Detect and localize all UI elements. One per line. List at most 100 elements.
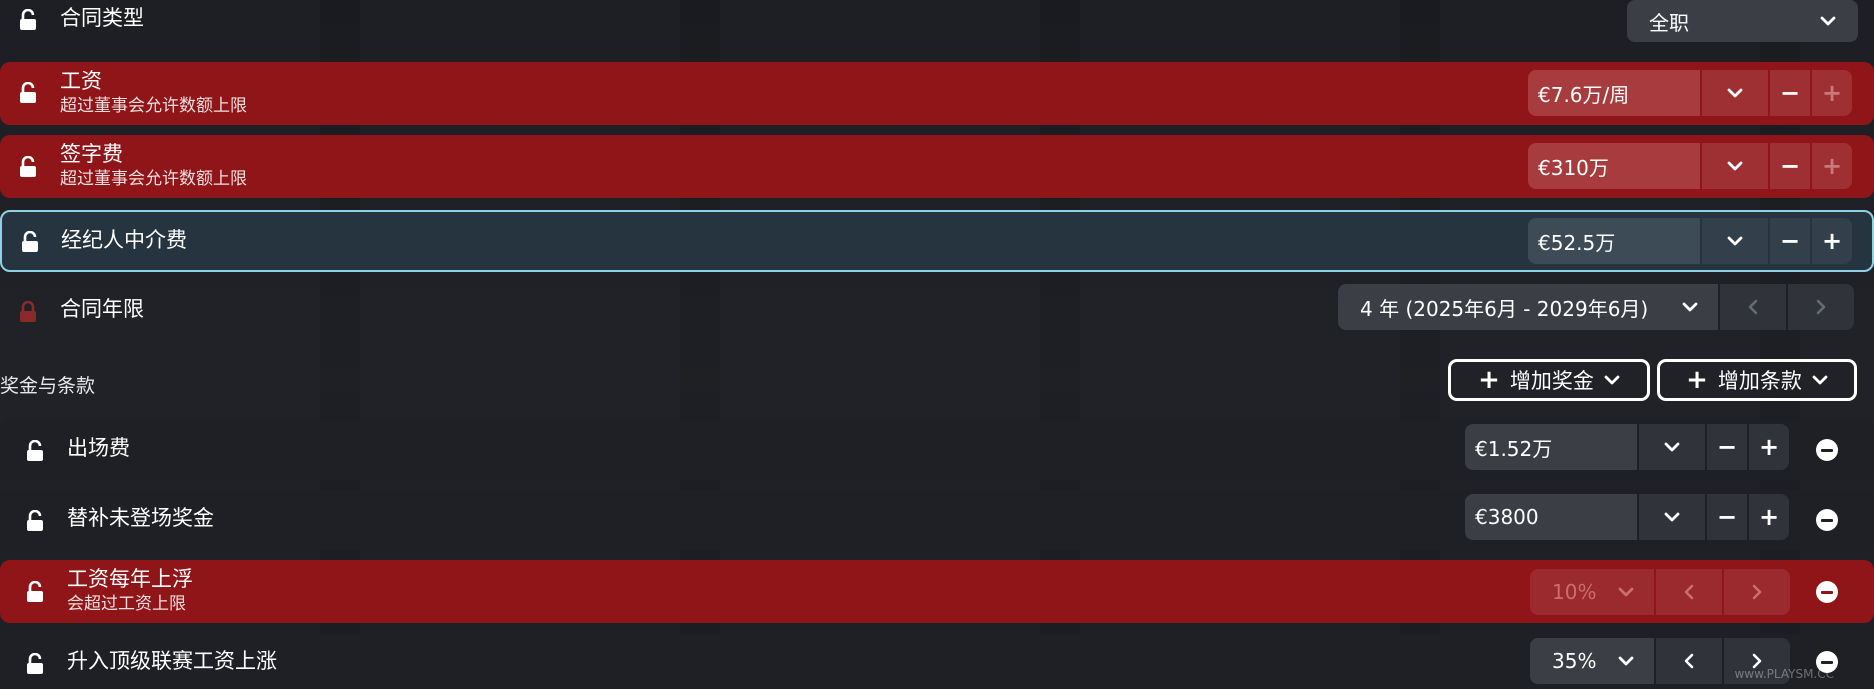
chevron-down-icon <box>1618 587 1634 597</box>
bonus-label: 出场费 <box>67 436 130 460</box>
contract-length-dropdown[interactable]: 4 年 (2025年6月 - 2029年6月) <box>1338 284 1718 330</box>
contract-length-control: 4 年 (2025年6月 - 2029年6月) <box>1338 284 1854 330</box>
minus-icon: − <box>1779 79 1801 107</box>
agent-fee-value[interactable]: €52.5万 <box>1528 218 1700 264</box>
agent-fee-label: 经纪人中介费 <box>61 228 187 252</box>
watermark: www.PLAYSM.CC <box>1734 667 1834 681</box>
yearly-rise-next-button[interactable] <box>1722 569 1790 615</box>
chevron-down-icon <box>1727 88 1743 98</box>
lock-open-icon[interactable] <box>19 156 37 178</box>
plus-icon: + <box>1686 365 1708 395</box>
bonus-row: 出场费 €1.52万 − + <box>0 420 1874 480</box>
lock-open-icon[interactable] <box>26 510 44 532</box>
agent-fee-increase-button[interactable]: + <box>1810 218 1852 264</box>
bonus-row: 替补未登场奖金 €3800 − + <box>0 490 1874 550</box>
lock-open-icon[interactable] <box>26 653 44 675</box>
chevron-down-icon <box>1664 442 1680 452</box>
promotion-rise-row: 升入顶级联赛工资上涨 35% <box>0 634 1874 689</box>
promotion-rise-label: 升入顶级联赛工资上涨 <box>67 649 277 673</box>
agent-fee-decrease-button[interactable]: − <box>1768 218 1810 264</box>
promotion-rise-value: 35% <box>1552 649 1597 673</box>
contract-length-value: 4 年 (2025年6月 - 2029年6月) <box>1360 296 1649 321</box>
minus-icon: − <box>1716 503 1738 531</box>
wage-warning: 超过董事会允许数额上限 <box>60 96 247 116</box>
wage-dropdown-button[interactable] <box>1700 70 1768 116</box>
contract-length-label: 合同年限 <box>60 297 144 321</box>
bonus-increase-button[interactable]: + <box>1747 424 1789 470</box>
bonuses-section-title: 奖金与条款 <box>0 375 96 397</box>
bonus-value[interactable]: €1.52万 <box>1465 424 1637 470</box>
signing-fee-dropdown-button[interactable] <box>1700 143 1768 189</box>
signing-fee-row: 签字费 超过董事会允许数额上限 €310万 − + <box>0 135 1874 198</box>
yearly-rise-warning: 会超过工资上限 <box>67 594 186 614</box>
chevron-left-icon <box>1748 299 1758 315</box>
bonus-increase-button[interactable]: + <box>1747 494 1789 540</box>
contract-length-row: 合同年限 4 年 (2025年6月 - 2029年6月) <box>0 284 1874 338</box>
minus-icon: − <box>1779 227 1801 255</box>
bonus-control: €3800 − + <box>1465 494 1789 540</box>
lock-open-icon[interactable] <box>26 581 44 603</box>
add-clause-button[interactable]: + 增加条款 <box>1657 359 1857 401</box>
wage-increase-button[interactable]: + <box>1810 70 1852 116</box>
plus-icon: + <box>1821 152 1843 180</box>
plus-icon: + <box>1821 79 1843 107</box>
chevron-down-icon <box>1820 16 1836 26</box>
remove-circle-icon[interactable] <box>1816 581 1838 603</box>
add-clause-label: 增加条款 <box>1717 369 1802 393</box>
plus-icon: + <box>1758 433 1780 461</box>
agent-fee-control: €52.5万 − + <box>1528 218 1852 264</box>
signing-fee-warning: 超过董事会允许数额上限 <box>60 169 247 189</box>
wage-row: 工资 超过董事会允许数额上限 €7.6万/周 − + <box>0 62 1874 125</box>
contract-length-next-button[interactable] <box>1786 284 1854 330</box>
yearly-rise-dropdown[interactable]: 10% <box>1530 569 1654 615</box>
bonus-value[interactable]: €3800 <box>1465 494 1637 540</box>
chevron-down-icon <box>1618 656 1634 666</box>
contract-type-row: 合同类型 全职 <box>0 0 1874 42</box>
plus-icon: + <box>1821 227 1843 255</box>
chevron-right-icon <box>1752 584 1762 600</box>
bonus-dropdown-button[interactable] <box>1637 424 1705 470</box>
chevron-down-icon <box>1727 236 1743 246</box>
minus-icon: − <box>1779 152 1801 180</box>
yearly-rise-control: 10% <box>1530 569 1790 615</box>
chevron-down-icon <box>1604 375 1620 385</box>
bonus-control: €1.52万 − + <box>1465 424 1789 470</box>
yearly-rise-prev-button[interactable] <box>1654 569 1722 615</box>
chevron-left-icon <box>1684 653 1694 669</box>
signing-fee-value[interactable]: €310万 <box>1528 143 1700 189</box>
yearly-rise-label: 工资每年上浮 <box>67 567 193 591</box>
lock-open-icon[interactable] <box>26 440 44 462</box>
lock-open-icon[interactable] <box>21 231 39 253</box>
contract-type-select[interactable]: 全职 <box>1627 0 1858 42</box>
signing-fee-increase-button[interactable]: + <box>1810 143 1852 189</box>
lock-closed-icon[interactable] <box>19 301 37 323</box>
add-bonus-button[interactable]: + 增加奖金 <box>1448 359 1650 401</box>
bonus-dropdown-button[interactable] <box>1637 494 1705 540</box>
plus-icon: + <box>1758 503 1780 531</box>
chevron-down-icon <box>1664 512 1680 522</box>
wage-value[interactable]: €7.6万/周 <box>1528 70 1700 116</box>
agent-fee-dropdown-button[interactable] <box>1700 218 1768 264</box>
add-bonus-label: 增加奖金 <box>1509 369 1594 393</box>
wage-label: 工资 <box>60 69 102 93</box>
signing-fee-control: €310万 − + <box>1528 143 1852 189</box>
contract-length-prev-button[interactable] <box>1718 284 1786 330</box>
signing-fee-decrease-button[interactable]: − <box>1768 143 1810 189</box>
promotion-rise-dropdown[interactable]: 35% <box>1530 638 1654 684</box>
lock-open-icon[interactable] <box>19 9 37 31</box>
contract-type-label: 合同类型 <box>60 6 144 30</box>
wage-control: €7.6万/周 − + <box>1528 70 1852 116</box>
bonus-label: 替补未登场奖金 <box>67 506 214 530</box>
bonus-decrease-button[interactable]: − <box>1705 424 1747 470</box>
bonus-decrease-button[interactable]: − <box>1705 494 1747 540</box>
wage-decrease-button[interactable]: − <box>1768 70 1810 116</box>
remove-circle-icon[interactable] <box>1816 509 1838 531</box>
yearly-rise-row: 工资每年上浮 会超过工资上限 10% <box>0 560 1874 623</box>
agent-fee-row[interactable]: 经纪人中介费 €52.5万 − + <box>0 210 1874 272</box>
chevron-left-icon <box>1684 584 1694 600</box>
remove-circle-icon[interactable] <box>1816 439 1838 461</box>
chevron-down-icon <box>1727 161 1743 171</box>
lock-open-icon[interactable] <box>19 82 37 104</box>
chevron-down-icon <box>1812 375 1828 385</box>
promotion-rise-prev-button[interactable] <box>1654 638 1722 684</box>
